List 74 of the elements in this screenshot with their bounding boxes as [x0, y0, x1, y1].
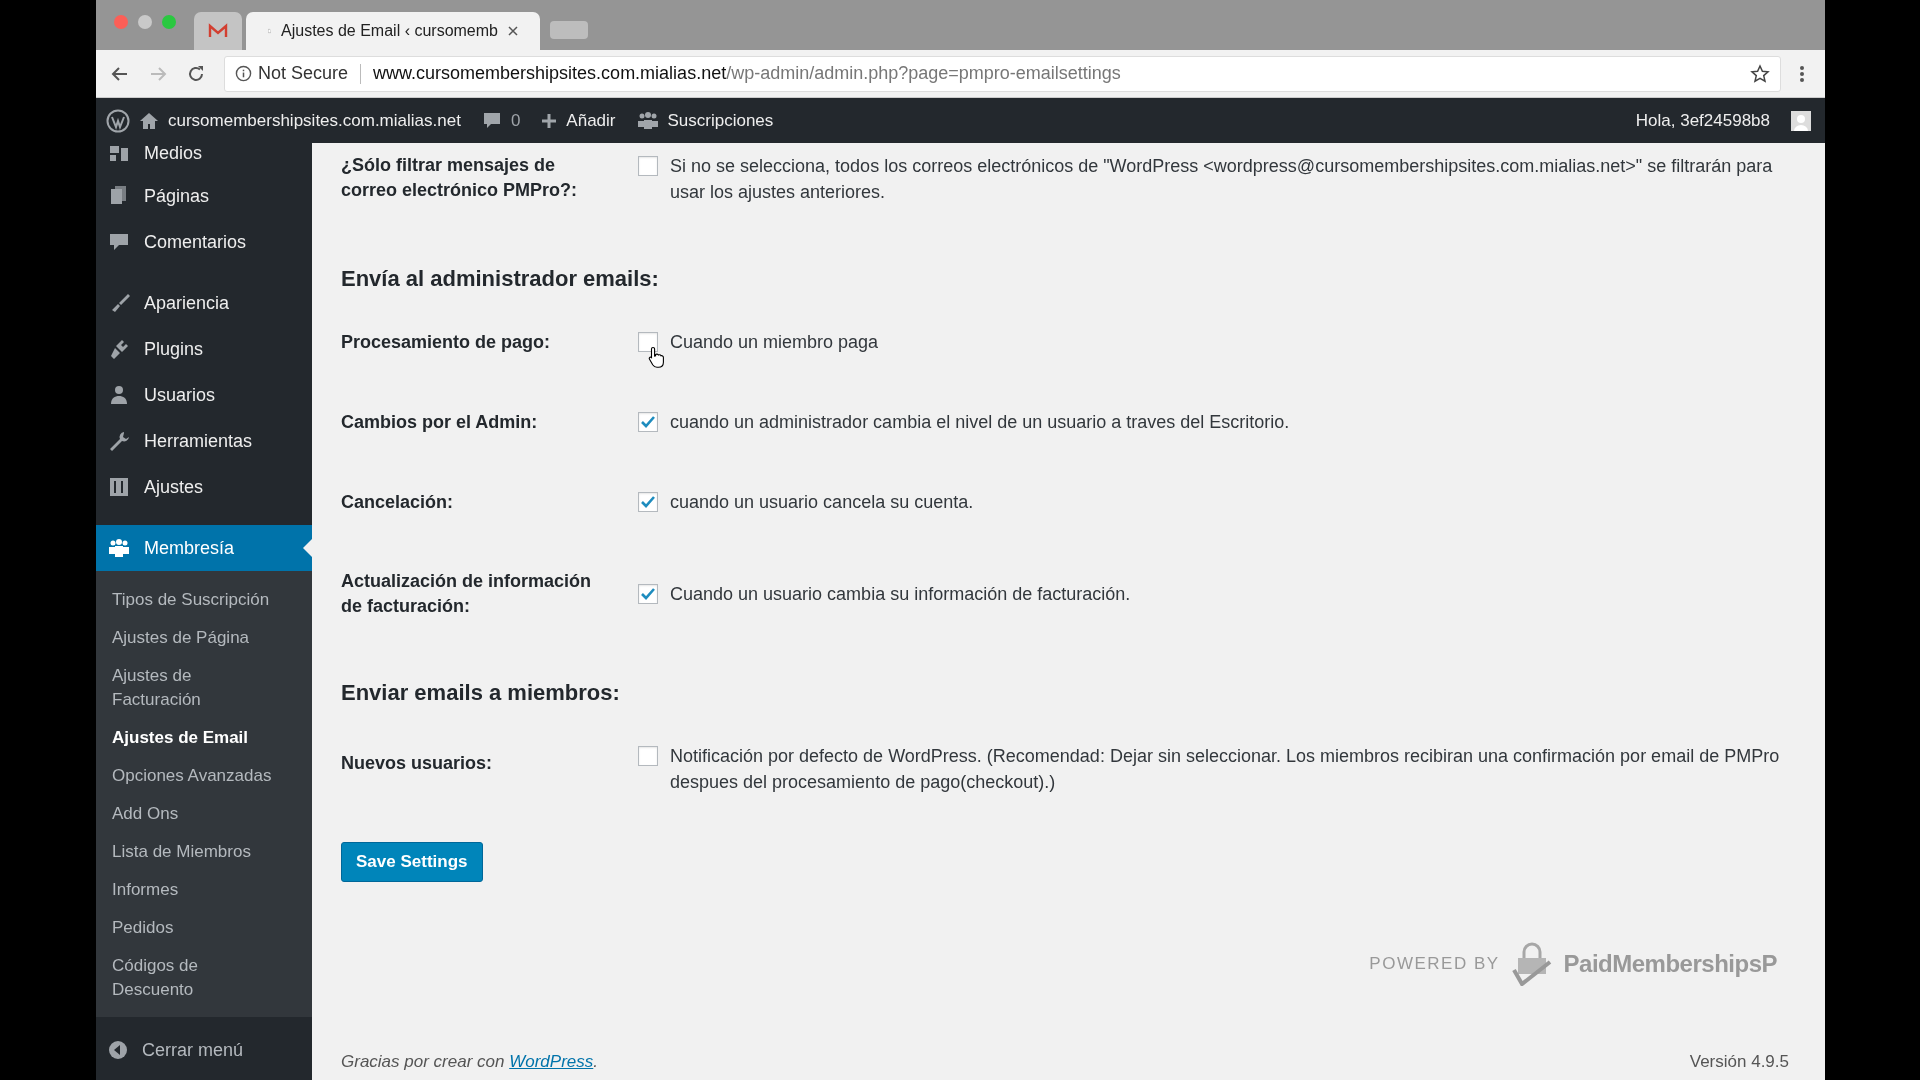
setting-description: Cuando un usuario cambia su información de facturación. — [670, 583, 1132, 606]
sidebar-item[interactable]: Herramientas — [96, 418, 312, 464]
submenu-item[interactable]: Ajustes de Página — [96, 619, 297, 657]
padlock-logo-icon — [1511, 942, 1552, 986]
section-heading: Enviar emails a miembros: — [341, 680, 621, 706]
avatar-icon[interactable] — [1791, 110, 1811, 131]
submenu-item[interactable]: Add Ons — [96, 795, 297, 833]
comment-icon — [108, 231, 130, 253]
setting-label: Cambios por el Admin: — [341, 410, 539, 434]
browser-tab[interactable] — [194, 12, 242, 50]
sliders-icon — [108, 476, 130, 498]
greeting-link[interactable]: Hola, 3ef24598b8 — [1635, 110, 1770, 131]
setting-label: Actualización de información de facturación: — [341, 570, 593, 618]
sidebar-item[interactable]: Apariencia — [96, 280, 312, 326]
plug-icon — [108, 338, 130, 360]
current-item-pointer — [303, 539, 312, 557]
comment-icon — [481, 111, 502, 130]
setting-label: ¿Sólo filtrar mensajes de correo electrónico PMPro?: — [341, 154, 579, 202]
setting-description: Notificación por defecto de WordPress. (Recomendad: Dejar sin seleccionar. Los miembros recibiran una confirmación por email de PMPro despues del procesamiento de pago(checkout).) — [670, 745, 1781, 794]
submenu-item[interactable]: Pedidos — [96, 909, 297, 947]
sidebar-item[interactable]: Usuarios — [96, 372, 312, 418]
group-icon — [108, 537, 130, 559]
sidebar-item[interactable]: Medios — [96, 143, 312, 173]
subscriptions-link[interactable]: Suscripciones — [667, 110, 774, 131]
sidebar-item[interactable]: Páginas — [96, 173, 312, 219]
setting-label: Procesamiento de pago: — [341, 330, 552, 354]
group-icon — [636, 110, 659, 131]
submenu-item[interactable]: Tipos de Suscripción — [96, 581, 297, 619]
info-icon — [235, 65, 252, 82]
sidebar-item[interactable]: Ajustes — [96, 464, 312, 510]
wordpress-logo-icon[interactable] — [106, 108, 130, 133]
brand-name: PaidMembershipsP — [1563, 950, 1777, 978]
submenu-item[interactable]: Ajustes de Email — [96, 719, 297, 757]
submenu-item[interactable]: Lista de Miembros — [96, 833, 297, 871]
submenu-item[interactable]: Ajustes de Facturación — [96, 657, 297, 719]
setting-description: cuando un usuario cancela su cuenta. — [670, 491, 975, 514]
user-icon — [108, 384, 130, 406]
save-settings-button[interactable]: Save Settings — [341, 842, 483, 882]
setting-description: cuando un administrador cambia el nivel de un usuario a traves del Escritorio. — [670, 411, 1291, 434]
sidebar-item[interactable]: Plugins — [96, 326, 312, 372]
plus-icon — [541, 112, 558, 129]
bookmark-star-icon[interactable] — [1750, 63, 1770, 84]
reload-icon[interactable] — [186, 63, 206, 84]
checkbox[interactable] — [638, 492, 658, 512]
close-tab-icon[interactable] — [508, 26, 518, 36]
setting-label: Cancelación: — [341, 490, 455, 514]
hand-cursor-icon — [648, 346, 666, 368]
site-link[interactable]: cursomembershipsites.com.mialias.net — [168, 110, 461, 131]
version-text: Versión 4.9.5 — [1689, 1052, 1789, 1072]
new-link[interactable]: Añadir — [566, 110, 616, 131]
home-icon — [139, 111, 159, 130]
browser-tab[interactable]: Ajustes de Email ‹ cursomemb — [246, 12, 540, 50]
sidebar-item[interactable]: Membresía — [96, 525, 312, 571]
mail-icon — [208, 23, 228, 39]
wrench-icon — [108, 430, 130, 452]
submenu-item[interactable]: Códigos de Descuento — [96, 947, 297, 1009]
checkbox[interactable] — [638, 332, 658, 352]
footer-credit: Gracias por crear con WordPress. — [341, 1052, 598, 1072]
setting-description: Cuando un miembro paga — [670, 331, 880, 354]
checkbox[interactable] — [638, 412, 658, 432]
setting-description: Si no se selecciona, todos los correos electrónicos de "WordPress <wordpress@cursomembershipsites.com.mialias.net>" se filtrarán para usar los ajustes anteriores. — [670, 155, 1774, 204]
address-field[interactable]: Not Secure www.cursomembershipsites.com.mialias.net/wp-admin/admin.php?page=pmpro-emailsettings — [224, 55, 1781, 92]
checkbox[interactable] — [638, 584, 658, 604]
section-heading: Envía al administrador emails: — [341, 266, 660, 292]
powered-by-label: POWERED BY — [1369, 954, 1500, 974]
setting-label: Nuevos usuarios: — [341, 752, 494, 775]
checkbox[interactable] — [638, 746, 658, 766]
collapse-icon — [108, 1040, 128, 1060]
sidebar-item[interactable]: Comentarios — [96, 219, 312, 265]
checkbox[interactable] — [638, 156, 658, 176]
submenu-item[interactable]: Informes — [96, 871, 297, 909]
menu-icon[interactable] — [1799, 63, 1805, 84]
comment-count[interactable]: 0 — [510, 110, 521, 131]
submenu-item[interactable]: Opciones Avanzadas — [96, 757, 297, 795]
